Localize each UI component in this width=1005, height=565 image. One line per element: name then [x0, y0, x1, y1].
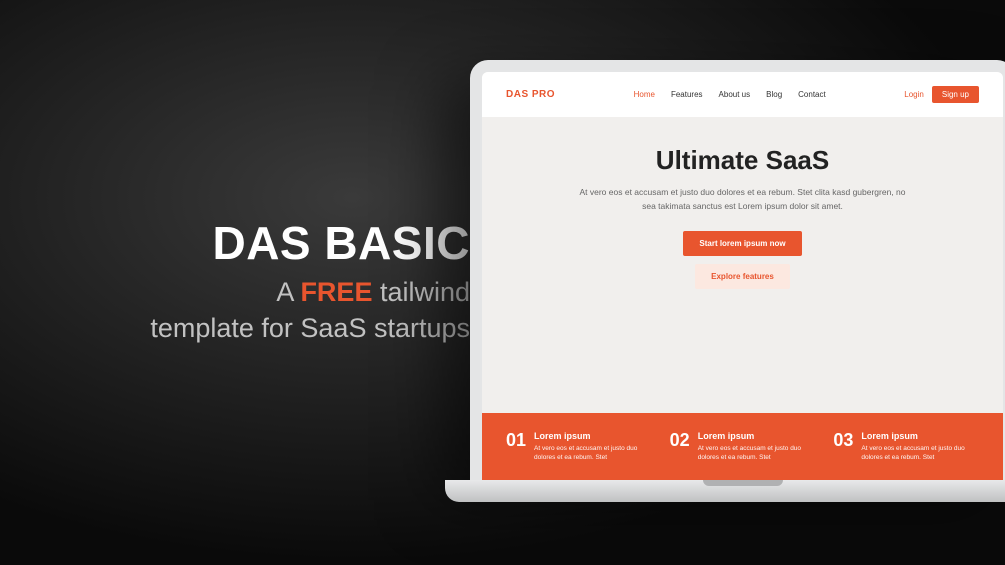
feature-item: 02 Lorem ipsum At vero eos et accusam et…: [670, 431, 816, 462]
promo-heading: DAS BASIC: [100, 220, 470, 266]
cta-secondary-button[interactable]: Explore features: [695, 264, 790, 289]
site-preview: DAS PRO Home Features About us Blog Cont…: [482, 72, 1003, 480]
nav-link-features[interactable]: Features: [671, 90, 703, 99]
feature-desc: At vero eos et accusam et justo duo dolo…: [534, 444, 652, 462]
site-navbar: DAS PRO Home Features About us Blog Cont…: [482, 72, 1003, 117]
signup-button[interactable]: Sign up: [932, 86, 979, 103]
site-logo[interactable]: DAS PRO: [506, 89, 555, 100]
feature-item: 03 Lorem ipsum At vero eos et accusam et…: [833, 431, 979, 462]
nav-auth: Login Sign up: [904, 86, 979, 103]
laptop-mockup: DAS PRO Home Features About us Blog Cont…: [470, 60, 1005, 502]
nav-link-about[interactable]: About us: [719, 90, 751, 99]
hero-title: Ultimate SaaS: [522, 145, 963, 176]
promo-accent: FREE: [300, 277, 372, 307]
feature-title: Lorem ipsum: [698, 431, 816, 441]
login-link[interactable]: Login: [904, 90, 924, 99]
nav-links: Home Features About us Blog Contact: [634, 90, 826, 99]
feature-desc: At vero eos et accusam et justo duo dolo…: [698, 444, 816, 462]
feature-title: Lorem ipsum: [534, 431, 652, 441]
cta-primary-button[interactable]: Start lorem ipsum now: [683, 231, 801, 256]
nav-link-blog[interactable]: Blog: [766, 90, 782, 99]
feature-number: 03: [833, 431, 853, 462]
hero-buttons: Start lorem ipsum now Explore features: [522, 231, 963, 289]
promo-text: DAS BASIC A FREE tailwind template for S…: [100, 220, 470, 347]
feature-desc: At vero eos et accusam et justo duo dolo…: [861, 444, 979, 462]
laptop-base: [445, 480, 1005, 502]
promo-subheading: A FREE tailwind template for SaaS startu…: [100, 274, 470, 347]
hero-description: At vero eos et accusam et justo duo dolo…: [573, 186, 913, 213]
feature-number: 01: [506, 431, 526, 462]
nav-link-home[interactable]: Home: [634, 90, 655, 99]
feature-title: Lorem ipsum: [861, 431, 979, 441]
feature-number: 02: [670, 431, 690, 462]
features-strip: 01 Lorem ipsum At vero eos et accusam et…: [482, 413, 1003, 480]
laptop-screen: DAS PRO Home Features About us Blog Cont…: [470, 60, 1005, 480]
feature-item: 01 Lorem ipsum At vero eos et accusam et…: [506, 431, 652, 462]
hero-section: Ultimate SaaS At vero eos et accusam et …: [482, 117, 1003, 413]
nav-link-contact[interactable]: Contact: [798, 90, 826, 99]
